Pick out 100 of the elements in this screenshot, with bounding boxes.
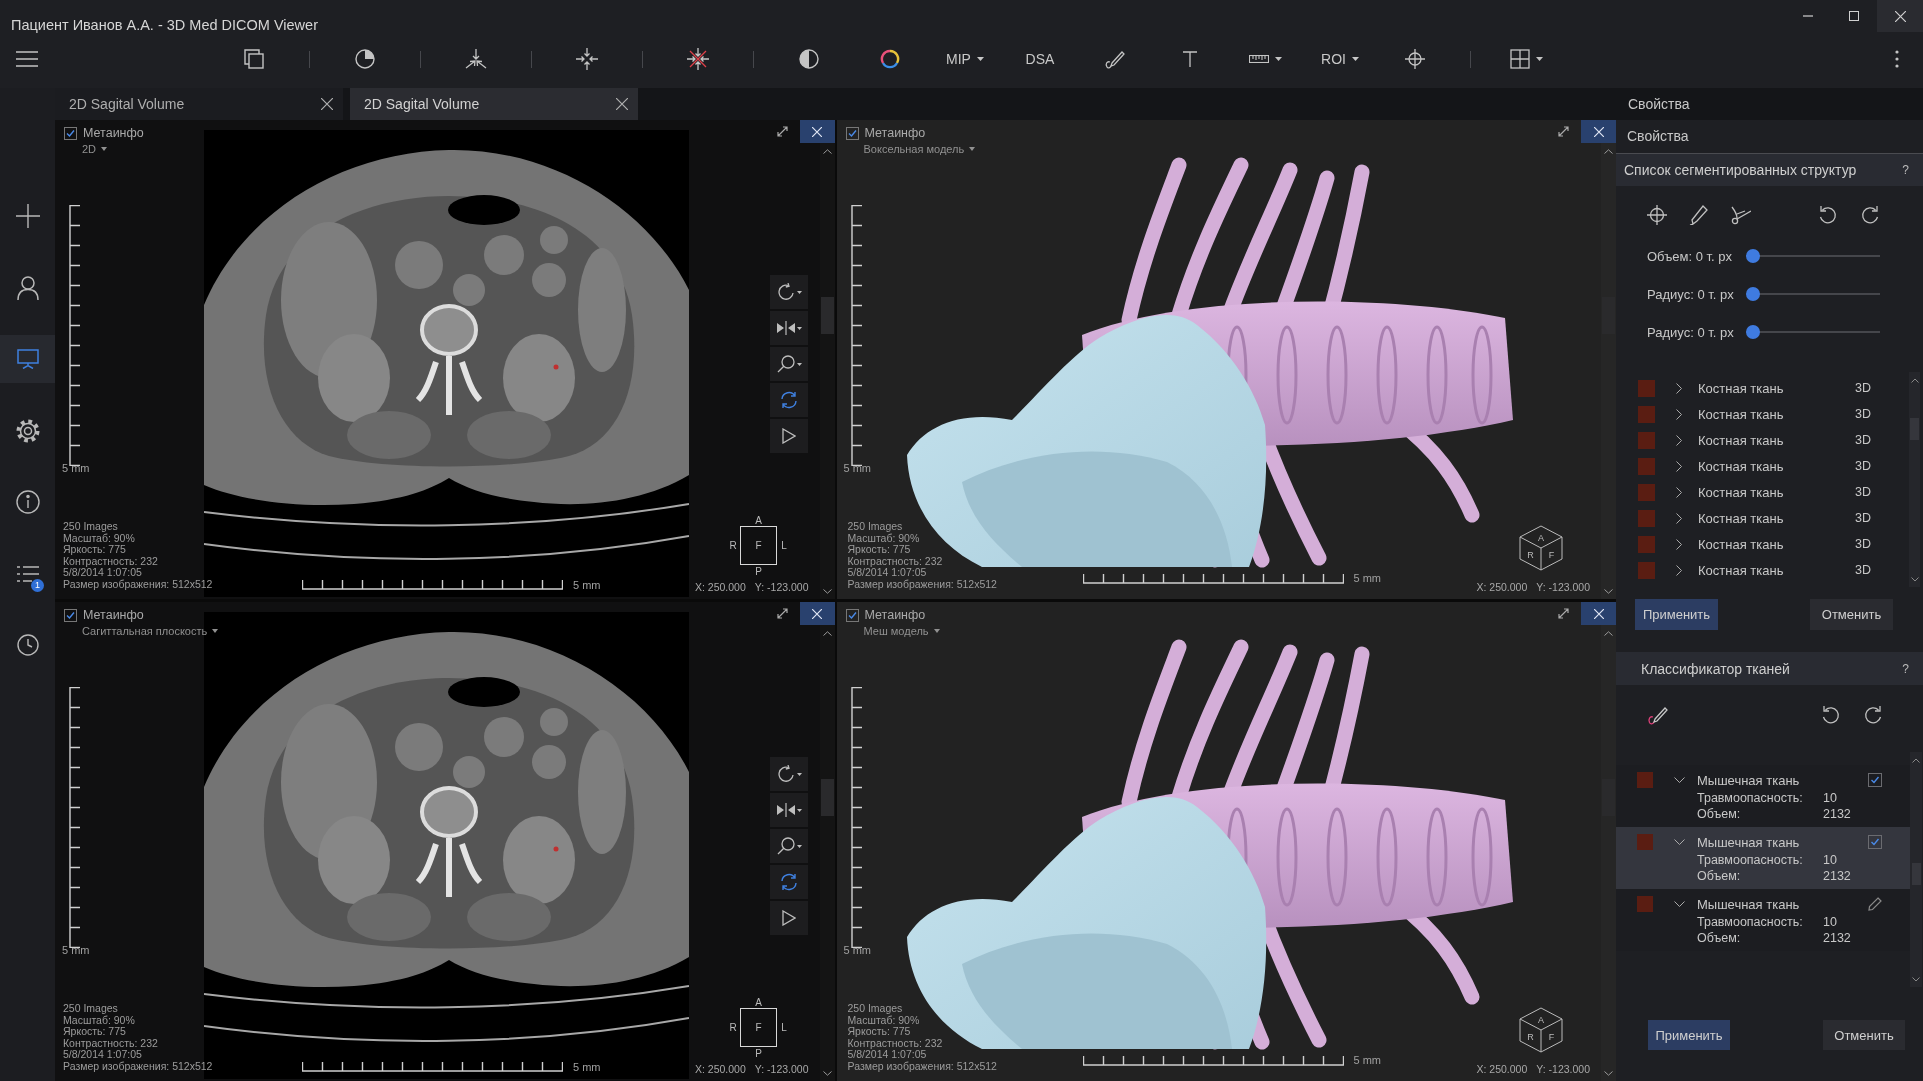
apply-button[interactable]: Применить	[1635, 599, 1718, 630]
orientation-cube[interactable]: A R F	[1518, 1007, 1563, 1053]
text-tool-icon[interactable]	[1183, 51, 1197, 67]
chevron-up-icon[interactable]	[822, 149, 832, 154]
toolbar-button[interactable]: ROI	[1320, 45, 1360, 73]
scrollbar[interactable]	[1601, 143, 1616, 599]
chevron-down-icon[interactable]	[1674, 839, 1685, 845]
chevron-right-icon[interactable]	[1676, 538, 1682, 550]
play-button[interactable]	[770, 901, 808, 935]
undo-icon[interactable]	[1818, 205, 1838, 225]
brush-icon[interactable]	[1104, 49, 1126, 69]
expand-icon[interactable]	[777, 608, 788, 619]
rotate-button[interactable]	[770, 275, 808, 309]
chevron-right-icon[interactable]	[1676, 434, 1682, 446]
brush-icon[interactable]	[1647, 705, 1669, 725]
checkbox[interactable]	[64, 126, 77, 140]
checkbox[interactable]	[64, 608, 77, 622]
chevron-right-icon[interactable]	[1676, 382, 1682, 394]
crossed-arrows-icon[interactable]	[687, 48, 709, 70]
ruler-icon[interactable]	[1248, 55, 1269, 63]
sidebar-button[interactable]: 1	[0, 549, 55, 598]
close-button[interactable]	[1581, 120, 1616, 143]
view-mode-dropdown[interactable]: Воксельная модель	[863, 143, 976, 155]
chevron-up-icon[interactable]	[822, 631, 832, 636]
scrollbar[interactable]	[1910, 752, 1922, 987]
close-button[interactable]	[799, 602, 835, 625]
more-icon[interactable]	[1895, 50, 1899, 68]
scrollbar-thumb[interactable]	[820, 297, 834, 334]
chevron-down-icon[interactable]	[1604, 1071, 1613, 1076]
close-icon[interactable]	[321, 98, 333, 110]
scrollbar-thumb[interactable]	[820, 779, 834, 816]
play-button[interactable]	[770, 419, 808, 453]
close-icon[interactable]	[616, 98, 628, 110]
chevron-down-icon[interactable]	[822, 589, 832, 594]
color-wheel-icon[interactable]	[880, 49, 900, 69]
scrollbar[interactable]	[1909, 372, 1920, 587]
expand-icon[interactable]	[1557, 126, 1569, 137]
view-mode-dropdown[interactable]: Сагиттальная плоскость	[82, 625, 219, 637]
sync-button[interactable]	[770, 383, 808, 417]
toolbar-button[interactable]: DSA	[1020, 45, 1060, 73]
redo-icon[interactable]	[1860, 205, 1880, 225]
apply-button[interactable]: Применить	[1648, 1020, 1730, 1050]
flip-button[interactable]	[770, 793, 808, 827]
slider-thumb[interactable]	[1746, 325, 1760, 339]
pen-icon[interactable]	[1689, 205, 1709, 225]
cancel-button[interactable]: Отменить	[1823, 1020, 1905, 1050]
contrast-icon[interactable]	[799, 49, 819, 69]
view-mode-dropdown[interactable]: Меш модель	[863, 625, 940, 637]
checkbox[interactable]	[1868, 773, 1882, 787]
tab[interactable]: 2D Sagital Volume	[55, 88, 343, 120]
redo-icon[interactable]	[1863, 705, 1883, 725]
checkbox[interactable]	[845, 608, 859, 622]
chevron-right-icon[interactable]	[1676, 408, 1682, 420]
chevron-down-icon[interactable]	[822, 1071, 832, 1076]
scrollbar[interactable]	[819, 625, 835, 1081]
toolbar-button[interactable]: MIP	[945, 45, 985, 73]
grid-layout-icon[interactable]	[1509, 49, 1530, 69]
tab[interactable]: 2D Sagital Volume	[350, 88, 638, 120]
chevron-up-icon[interactable]	[1912, 758, 1920, 763]
flip-button[interactable]	[770, 311, 808, 345]
help-button[interactable]: ?	[1902, 661, 1909, 676]
scissors-icon[interactable]	[1731, 205, 1751, 225]
list-item[interactable]: Мышечная ткань Травмоопасность: 10 Объем: 2132	[1616, 827, 1910, 889]
menu-icon[interactable]	[16, 51, 38, 67]
compress-arrows-icon[interactable]	[465, 49, 487, 69]
expand-icon[interactable]	[777, 126, 788, 137]
chevron-right-icon[interactable]	[1676, 460, 1682, 472]
pie-chart-icon[interactable]	[355, 49, 375, 69]
view-mode-dropdown[interactable]: 2D	[82, 143, 108, 155]
slider-thumb[interactable]	[1746, 287, 1760, 301]
move-arrows-icon[interactable]	[576, 48, 598, 70]
chevron-down-icon[interactable]	[1674, 777, 1685, 783]
pencil-icon[interactable]	[1868, 897, 1882, 911]
rotate-button[interactable]	[770, 757, 808, 791]
scrollbar-thumb[interactable]	[1910, 418, 1919, 440]
chevron-right-icon[interactable]	[1676, 564, 1682, 576]
cancel-button[interactable]: Отменить	[1810, 599, 1893, 630]
copy-icon[interactable]	[244, 49, 264, 69]
zoom-button[interactable]	[770, 829, 808, 863]
chevron-up-icon[interactable]	[1910, 378, 1919, 383]
help-button[interactable]: ?	[1902, 163, 1909, 177]
zoom-button[interactable]	[770, 347, 808, 381]
scrollbar-thumb[interactable]	[1911, 863, 1921, 885]
chevron-right-icon[interactable]	[1676, 486, 1682, 498]
chevron-down-icon[interactable]	[1604, 589, 1613, 594]
chevron-up-icon[interactable]	[1604, 149, 1613, 154]
orientation-cube[interactable]: A R F	[1518, 525, 1563, 571]
slider-thumb[interactable]	[1746, 249, 1760, 263]
sync-button[interactable]	[770, 865, 808, 899]
chevron-right-icon[interactable]	[1676, 512, 1682, 524]
checkbox[interactable]	[845, 126, 859, 140]
close-button[interactable]	[1581, 602, 1616, 625]
chevron-down-icon[interactable]	[1910, 577, 1919, 582]
crosshair-icon[interactable]	[1405, 49, 1425, 69]
chevron-up-icon[interactable]	[1604, 631, 1613, 636]
undo-icon[interactable]	[1821, 705, 1841, 725]
chevron-down-icon[interactable]	[1912, 977, 1920, 982]
close-button[interactable]	[799, 120, 835, 143]
chevron-down-icon[interactable]	[1674, 901, 1685, 907]
checkbox[interactable]	[1868, 835, 1882, 849]
